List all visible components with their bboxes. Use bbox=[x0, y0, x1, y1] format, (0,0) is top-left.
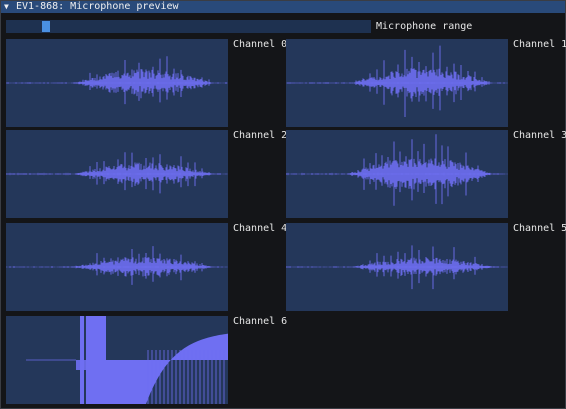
waveform-trace bbox=[26, 316, 228, 404]
channel-1-label: Channel 1 bbox=[513, 39, 566, 50]
waveform-trace bbox=[286, 245, 508, 290]
window-title: EV1-868: Microphone preview bbox=[16, 1, 179, 12]
window-title-bar[interactable]: ▼ EV1-868: Microphone preview bbox=[1, 1, 565, 13]
channel-4-label: Channel 4 bbox=[233, 223, 288, 234]
microphone-range-slider-grab[interactable] bbox=[42, 21, 51, 32]
channel-3-plot[interactable] bbox=[286, 130, 508, 218]
channel-5-plot[interactable] bbox=[286, 223, 508, 311]
channel-6-plot[interactable] bbox=[6, 316, 228, 404]
channel-2-plot[interactable] bbox=[6, 130, 228, 218]
channel-6-label: Channel 6 bbox=[233, 316, 288, 327]
channel-3-label: Channel 3 bbox=[513, 130, 566, 141]
waveform-trace bbox=[6, 152, 228, 194]
waveform-trace bbox=[286, 134, 508, 206]
channel-5-label: Channel 5 bbox=[513, 223, 566, 234]
triangle-down-icon[interactable]: ▼ bbox=[4, 1, 9, 13]
waveform-trace bbox=[286, 45, 508, 117]
channel-4-plot[interactable] bbox=[6, 223, 228, 311]
channel-0-label: Channel 0 bbox=[233, 39, 288, 50]
microphone-range-label: Microphone range bbox=[376, 21, 473, 32]
channel-2-label: Channel 2 bbox=[233, 130, 288, 141]
waveform-trace bbox=[6, 56, 228, 105]
waveform-trace bbox=[6, 246, 228, 285]
microphone-preview-window: ▼ EV1-868: Microphone preview Microphone… bbox=[0, 0, 566, 409]
microphone-range-slider[interactable] bbox=[6, 20, 371, 33]
channel-0-plot[interactable] bbox=[6, 39, 228, 127]
channel-1-plot[interactable] bbox=[286, 39, 508, 127]
